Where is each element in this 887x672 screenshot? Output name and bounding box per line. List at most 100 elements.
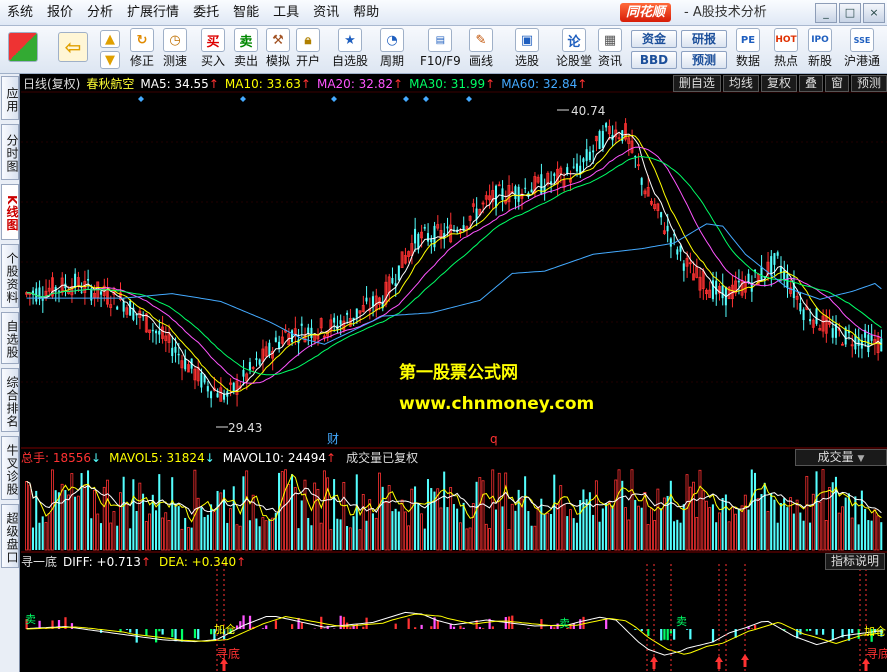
maximize-button[interactable]: □: [839, 3, 861, 23]
candle-body: [737, 280, 740, 283]
volume-bar: [439, 507, 443, 551]
bbd-button[interactable]: BBD: [631, 51, 677, 69]
volume-bar: [566, 516, 569, 550]
tab-diagnosis[interactable]: 牛叉诊股: [1, 436, 19, 500]
tab-kline[interactable]: K线图: [1, 184, 19, 240]
candle-body: [216, 393, 219, 398]
volume-bar: [643, 492, 647, 551]
candle-body: [634, 156, 637, 158]
tab-stock-profile[interactable]: 个股资料: [1, 244, 19, 308]
volume-bar: [750, 469, 753, 550]
ma-arrow-ma20: ↑: [393, 77, 404, 91]
period-button[interactable]: ◔ 周期: [380, 28, 404, 69]
hot-button[interactable]: HOT 热点: [774, 28, 798, 69]
open-account-button[interactable]: 🔒︎ 开户: [296, 28, 320, 69]
chart-area[interactable]: 日线(复权) 春秋航空 MA5: 34.55 ↑ MA10: 33.63 ↑ MA20:…: [21, 74, 887, 672]
financial-event-mark[interactable]: 财: [327, 431, 339, 447]
back-button[interactable]: ⇦: [58, 32, 88, 63]
volume-bar: [446, 507, 449, 550]
remove-watchlist-button[interactable]: 删自选: [672, 75, 721, 92]
window-button[interactable]: 窗: [824, 75, 849, 92]
tab-super-panel[interactable]: 超级盘口: [1, 504, 19, 568]
research-report-button[interactable]: 研报: [681, 30, 727, 48]
simulate-button[interactable]: ⚒ 模拟: [266, 28, 290, 69]
menu-news[interactable]: 资讯: [306, 0, 346, 26]
volume-bar: [310, 525, 313, 550]
tab-intraday[interactable]: 分时图: [1, 124, 19, 180]
volume-bar: [656, 488, 660, 551]
volume-bar: [582, 489, 585, 550]
volume-bar: [74, 496, 77, 550]
watchlist-button[interactable]: ★ 自选股: [332, 28, 368, 69]
volume-bars: [25, 469, 883, 551]
watermark-url: www.chnmoney.com: [399, 394, 595, 414]
speed-test-button[interactable]: ◷ 测速: [163, 28, 187, 69]
volume-bar: [287, 484, 291, 551]
menu-help[interactable]: 帮助: [346, 0, 386, 26]
volume-bar: [786, 507, 789, 550]
forecast-button[interactable]: 预测: [681, 51, 727, 69]
menu-tools[interactable]: 工具: [266, 0, 306, 26]
menu-system[interactable]: 系统: [0, 0, 40, 26]
adjust-button[interactable]: 复权: [760, 75, 797, 92]
layout-button[interactable]: [8, 32, 38, 63]
menu-quote[interactable]: 报价: [40, 0, 80, 26]
candle-body: [501, 188, 504, 200]
minimize-button[interactable]: _: [815, 3, 837, 23]
volume-bar: [770, 493, 773, 550]
candle-body: [446, 226, 449, 229]
dividend-event-mark[interactable]: q: [490, 431, 498, 447]
period-label[interactable]: 日线(复权): [23, 76, 80, 92]
volume-bar: [540, 498, 543, 550]
news-button[interactable]: ▦ 资讯: [598, 28, 622, 69]
tab-ranking[interactable]: 综合排名: [1, 368, 19, 432]
ma-line: [26, 155, 882, 376]
candle-body: [355, 308, 358, 318]
data-button[interactable]: PE 数据: [736, 28, 760, 69]
stock-screen-button[interactable]: ▣ 选股: [515, 28, 539, 69]
buy-button[interactable]: 买 买入: [201, 28, 225, 69]
f10-button[interactable]: ▤ F10/F9: [420, 28, 461, 69]
volume-bar: [682, 504, 685, 550]
sell-button[interactable]: 卖 卖出: [234, 28, 258, 69]
event-diamond: [138, 96, 144, 102]
ma-legend-ma30: MA30: 31.99: [409, 77, 486, 91]
up-button[interactable]: ▲: [100, 30, 120, 49]
volume-bar: [251, 494, 255, 551]
chevron-down-icon: ▼: [857, 454, 865, 464]
volume-bar: [543, 513, 546, 550]
menu-extended-quotes[interactable]: 扩展行情: [120, 0, 186, 26]
volume-bar: [669, 480, 672, 550]
forecast-toggle-button[interactable]: 预测: [850, 75, 887, 92]
volume-bar: [763, 482, 766, 550]
candle-body: [278, 341, 281, 349]
candle-body: [524, 187, 527, 189]
tab-apps[interactable]: 应用: [1, 76, 19, 120]
draw-line-button[interactable]: ✎ 画线: [469, 28, 493, 69]
star-icon: ★: [338, 28, 362, 52]
candle-body: [666, 225, 669, 232]
fix-button[interactable]: ↻ 修正: [130, 28, 154, 69]
menu-smart[interactable]: 智能: [226, 0, 266, 26]
volume-bar: [212, 511, 216, 551]
menu-analysis[interactable]: 分析: [80, 0, 120, 26]
indicator-name[interactable]: 寻一底: [21, 554, 57, 570]
forum-button[interactable]: 论 论股堂: [556, 28, 592, 69]
hk-connect-button[interactable]: SSE 沪港通: [844, 28, 880, 69]
down-button[interactable]: ▼: [100, 51, 120, 70]
menu-order[interactable]: 委托: [186, 0, 226, 26]
overlay-button[interactable]: 叠: [798, 75, 823, 92]
candle-body: [592, 150, 595, 153]
volume-selector[interactable]: 成交量 ▼: [795, 449, 887, 466]
close-button[interactable]: ×: [863, 3, 885, 23]
volume-bar: [87, 470, 90, 550]
ma-toggle-button[interactable]: 均线: [722, 75, 759, 92]
volume-bar: [779, 503, 782, 550]
indicator-help-button[interactable]: 指标说明: [825, 553, 886, 570]
volume-bar: [766, 511, 770, 551]
fund-flow-button[interactable]: 资金: [631, 30, 677, 48]
tab-watchlist[interactable]: 自选股: [1, 312, 19, 364]
volume-bar: [112, 511, 116, 551]
volume-bar: [824, 520, 828, 551]
ipo-button[interactable]: IPO 新股: [808, 28, 832, 69]
